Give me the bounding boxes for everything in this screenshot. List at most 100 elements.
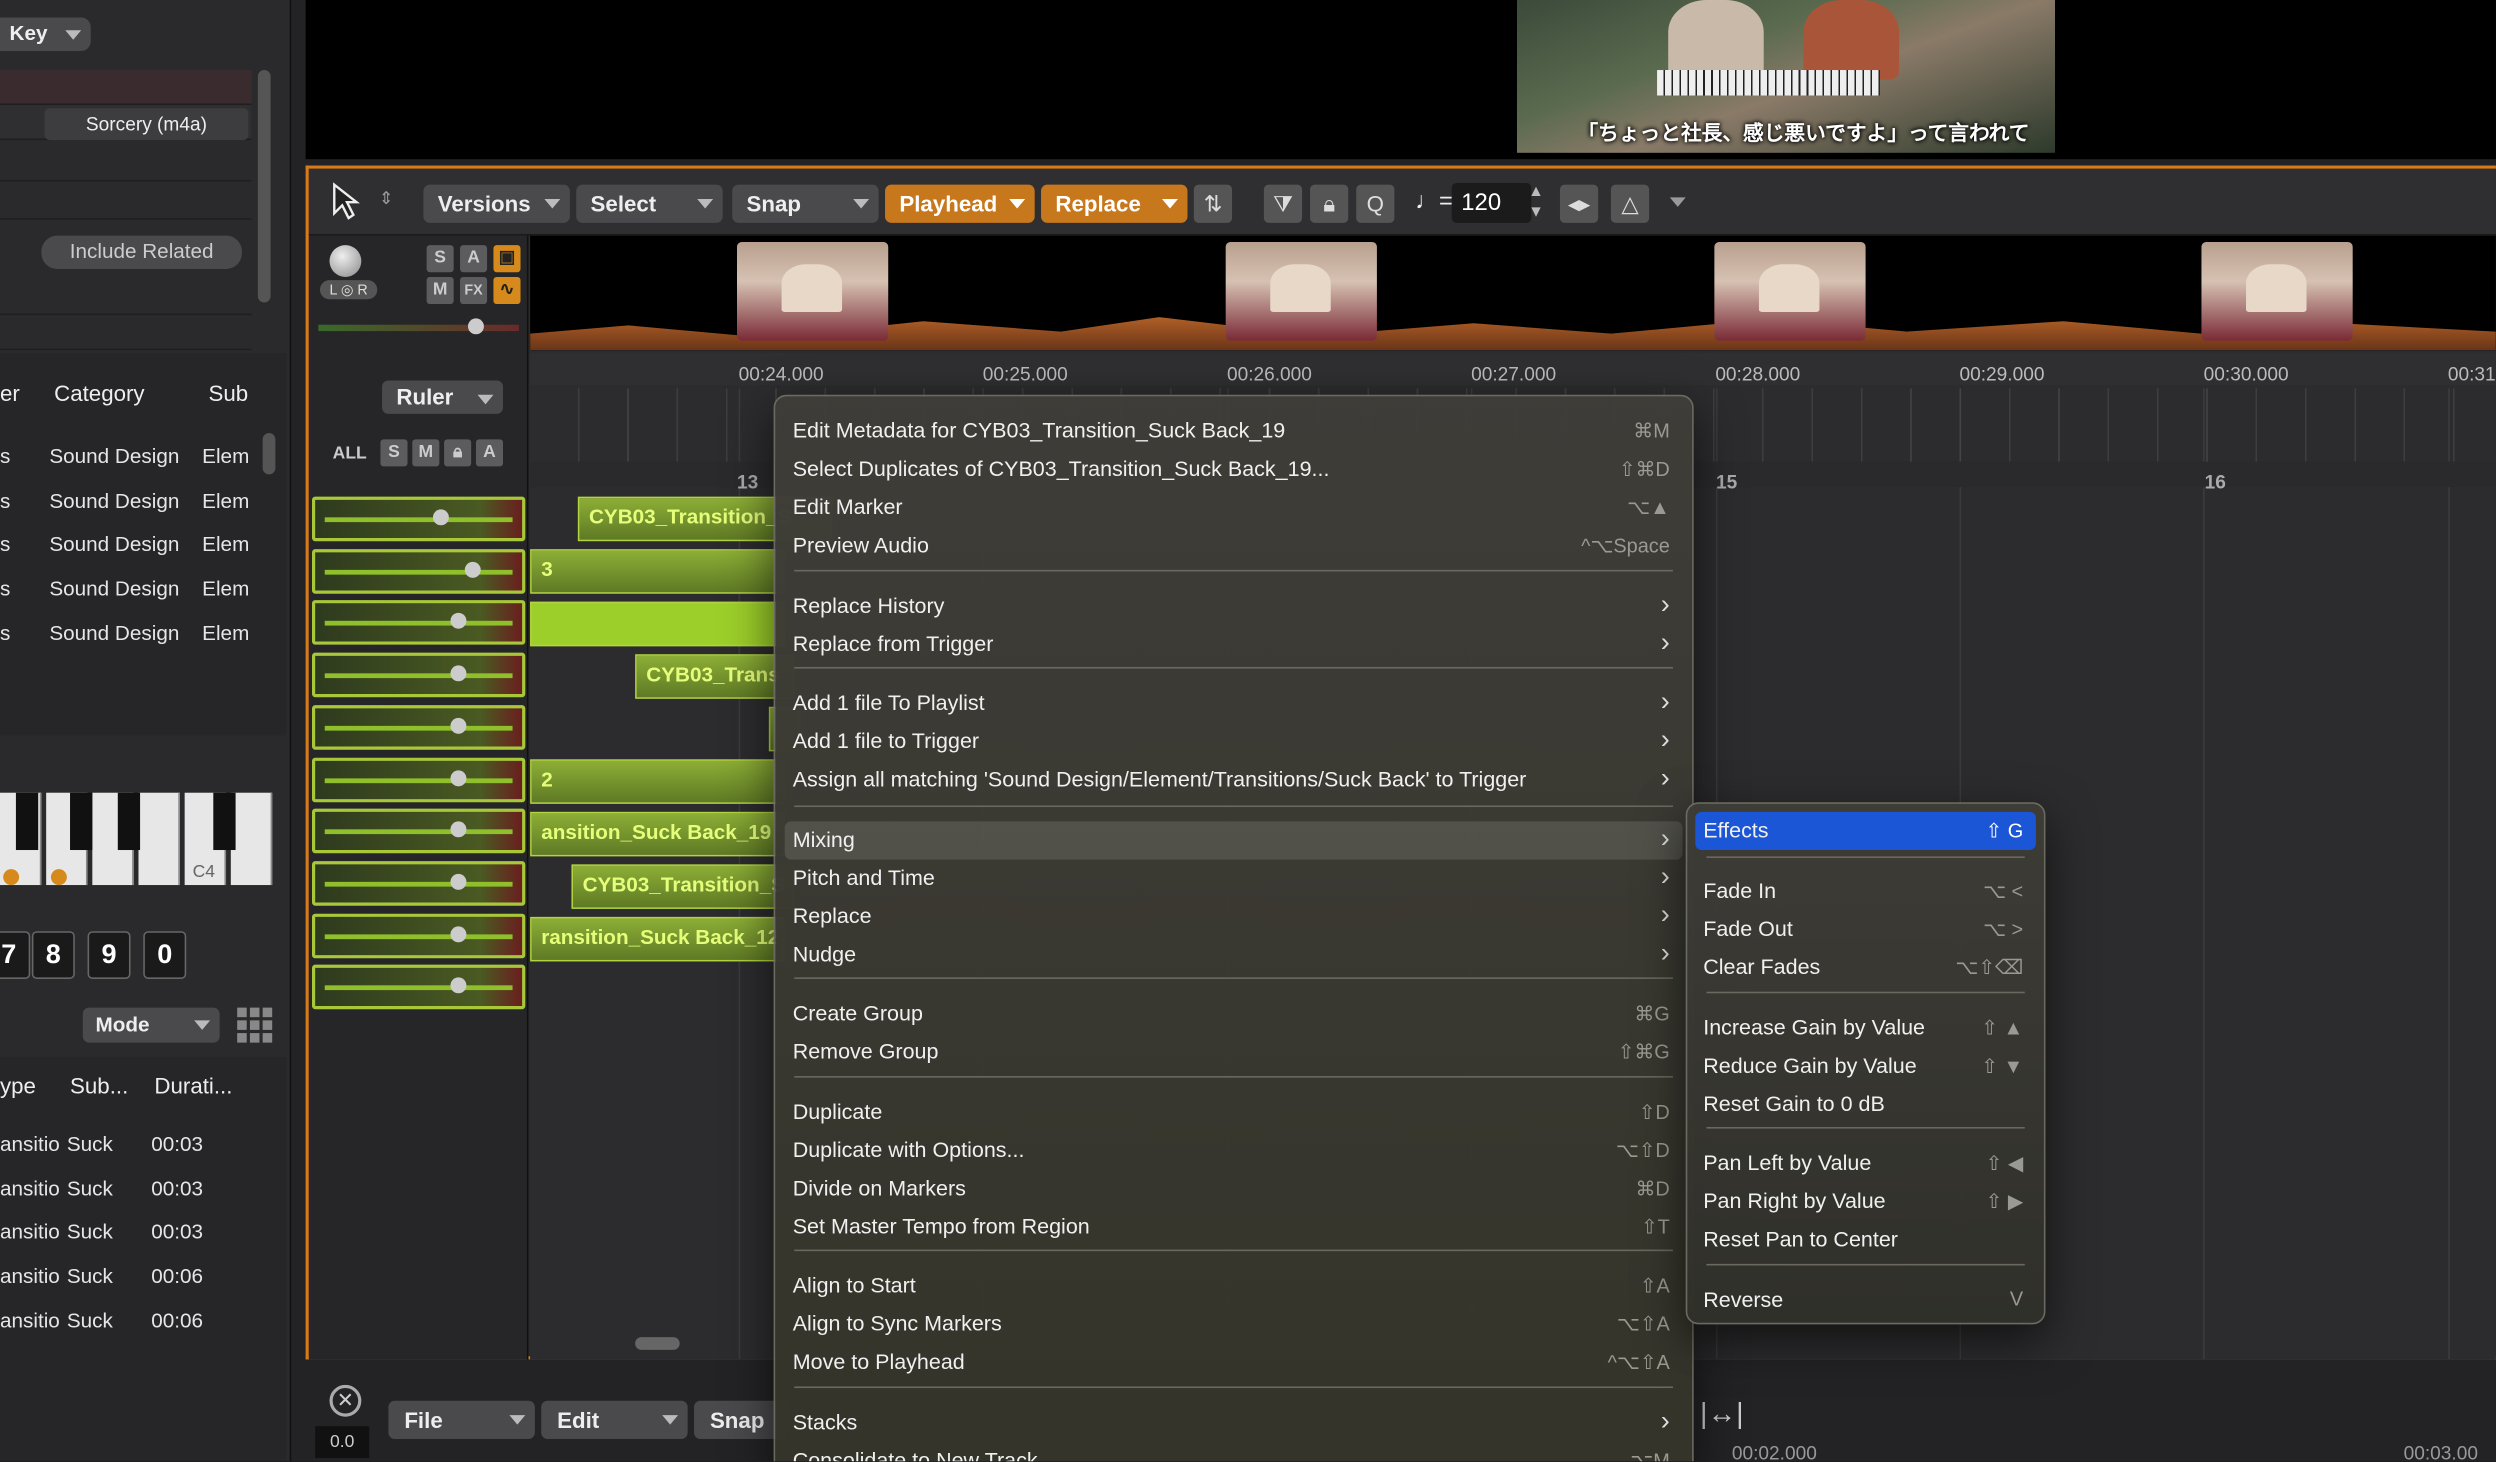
table-cell[interactable]: ansitio bbox=[0, 1264, 60, 1288]
mode-dropdown[interactable]: Mode bbox=[82, 1007, 220, 1043]
piano-key[interactable] bbox=[117, 792, 141, 851]
replace-dropdown[interactable]: Replace bbox=[1041, 184, 1188, 223]
audio-region[interactable]: 2 bbox=[530, 759, 785, 804]
audio-region[interactable]: ansition_Suck Back_19 bbox=[530, 811, 785, 857]
table-cell[interactable]: s bbox=[0, 532, 10, 556]
menu-item[interactable]: Replace History › bbox=[785, 587, 1683, 625]
menu-item[interactable]: Add 1 file to Trigger › bbox=[785, 723, 1683, 761]
submenu-item[interactable]: Pan Right by Value ⇧ ▶ bbox=[1695, 1183, 2036, 1221]
quantize-icon[interactable]: Q bbox=[1356, 184, 1395, 223]
table-cell[interactable]: Sound Design bbox=[49, 444, 179, 468]
table-cell[interactable]: Suck bbox=[67, 1308, 113, 1332]
menu-item[interactable]: Align to Sync Markers ⌥⇧A bbox=[785, 1305, 1683, 1343]
piano-key[interactable] bbox=[138, 792, 180, 886]
column-header-sub[interactable]: Sub bbox=[209, 380, 249, 405]
track-fader[interactable] bbox=[311, 548, 526, 594]
submenu-item[interactable]: Reset Pan to Center bbox=[1695, 1221, 2036, 1259]
menu-item[interactable]: Align to Start ⇧A bbox=[785, 1267, 1683, 1305]
file-dropdown[interactable]: File bbox=[388, 1400, 535, 1439]
menu-item[interactable]: Move to Playhead ^⌥⇧A bbox=[785, 1343, 1683, 1381]
menu-item[interactable]: Divide on Markers ⌘D bbox=[785, 1170, 1683, 1208]
track-fader[interactable] bbox=[311, 756, 526, 802]
submenu-item[interactable]: Effects ⇧ G bbox=[1695, 811, 2036, 851]
fader-thumb[interactable] bbox=[450, 665, 467, 682]
fader-thumb[interactable] bbox=[464, 561, 481, 578]
mute-button[interactable]: M bbox=[426, 276, 454, 305]
submenu-item[interactable]: Increase Gain by Value ⇧ ▲ bbox=[1695, 1009, 2036, 1047]
audio-region[interactable]: 3 bbox=[530, 549, 785, 594]
submenu-item[interactable]: Reset Gain to 0 dB bbox=[1695, 1086, 2036, 1124]
snap-dropdown[interactable]: Snap bbox=[732, 184, 879, 223]
list-row[interactable] bbox=[0, 185, 252, 220]
grid-icon[interactable] bbox=[236, 1006, 274, 1044]
horizontal-scrollbar[interactable] bbox=[635, 1337, 680, 1350]
menu-item[interactable]: Preview Audio ^⌥Space bbox=[785, 527, 1683, 565]
tool-stepper-icon[interactable]: ⇕ bbox=[379, 188, 394, 208]
all-lock-icon[interactable]: 🔒︎ bbox=[444, 439, 472, 467]
table-cell[interactable]: ansitio bbox=[0, 1132, 60, 1156]
track-fader[interactable] bbox=[311, 600, 526, 646]
chevron-down-icon[interactable] bbox=[1669, 197, 1686, 207]
menu-item[interactable]: Create Group ⌘G bbox=[785, 995, 1683, 1033]
num-key-8[interactable]: 8 bbox=[31, 931, 75, 979]
table-cell[interactable]: Suck bbox=[67, 1132, 113, 1156]
column-header-sub[interactable]: Sub... bbox=[70, 1073, 128, 1098]
table-cell[interactable]: 00:03 bbox=[151, 1132, 203, 1156]
piano-key[interactable] bbox=[70, 792, 93, 851]
menu-item[interactable]: Stacks › bbox=[785, 1404, 1683, 1442]
column-header-type[interactable]: ype bbox=[0, 1073, 36, 1098]
audio-region[interactable]: ransition_Suck Back_12 bbox=[530, 916, 785, 962]
table-cell[interactable]: Elem bbox=[202, 444, 249, 468]
menu-item[interactable]: Set Master Tempo from Region ⇧T bbox=[785, 1208, 1683, 1246]
ruler-dropdown[interactable]: Ruler bbox=[382, 380, 504, 414]
audio-region[interactable] bbox=[530, 601, 785, 647]
table-cell[interactable]: s bbox=[0, 620, 10, 644]
list-row[interactable] bbox=[0, 315, 252, 351]
table-cell[interactable]: 00:03 bbox=[151, 1176, 203, 1200]
list-row[interactable] bbox=[0, 146, 252, 182]
track-fader[interactable] bbox=[311, 808, 526, 854]
submenu-item[interactable]: Clear Fades ⌥⇧⌫ bbox=[1695, 949, 2036, 987]
fx-button[interactable]: FX bbox=[460, 276, 488, 305]
menu-item[interactable]: Replace from Trigger › bbox=[785, 626, 1683, 664]
solo-button[interactable]: S bbox=[426, 245, 454, 273]
fit-width-icon[interactable]: |↔| bbox=[1700, 1398, 1744, 1431]
table-cell[interactable]: Sound Design bbox=[49, 576, 179, 600]
menu-item[interactable]: Pitch and Time › bbox=[785, 860, 1683, 898]
menu-item[interactable]: Add 1 file To Playlist › bbox=[785, 684, 1683, 722]
num-key-9[interactable]: 9 bbox=[87, 931, 131, 979]
video-track[interactable] bbox=[530, 235, 2496, 351]
volume-fader-thumb[interactable] bbox=[467, 318, 484, 335]
waveform-icon[interactable]: ∿ bbox=[493, 276, 521, 305]
all-mute-button[interactable]: M bbox=[412, 439, 440, 467]
track-fader[interactable] bbox=[311, 704, 526, 750]
table-cell[interactable]: ansitio bbox=[0, 1176, 60, 1200]
menu-item[interactable]: Replace › bbox=[785, 898, 1683, 936]
table-cell[interactable]: Sound Design bbox=[49, 532, 179, 556]
num-key-0[interactable]: 0 bbox=[143, 931, 187, 979]
filter-icon[interactable]: ⧩ bbox=[1263, 184, 1303, 223]
fader-thumb[interactable] bbox=[450, 769, 467, 786]
table-cell[interactable]: Sound Design bbox=[49, 488, 179, 512]
menu-item[interactable]: Edit Metadata for CYB03_Transition_Suck … bbox=[785, 412, 1683, 450]
scrollbar[interactable] bbox=[257, 70, 271, 303]
table-cell[interactable]: Suck bbox=[67, 1176, 113, 1200]
fader-thumb[interactable] bbox=[450, 977, 467, 994]
table-cell[interactable]: ansitio bbox=[0, 1308, 60, 1332]
image-icon[interactable]: ▣ bbox=[493, 245, 521, 273]
table-cell[interactable]: Elem bbox=[202, 488, 249, 512]
submenu-item[interactable]: Reduce Gain by Value ⇧ ▼ bbox=[1695, 1047, 2036, 1085]
versions-dropdown[interactable]: Versions bbox=[423, 184, 570, 223]
track-fader[interactable] bbox=[311, 496, 526, 542]
select-dropdown[interactable]: Select bbox=[576, 184, 723, 223]
submenu-item[interactable]: Fade Out ⌥ > bbox=[1695, 911, 2036, 949]
close-icon[interactable]: ✕ bbox=[329, 1384, 362, 1417]
menu-item[interactable]: Select Duplicates of CYB03_Transition_Su… bbox=[785, 450, 1683, 488]
fader-thumb[interactable] bbox=[450, 873, 467, 890]
track-fader[interactable] bbox=[311, 860, 526, 906]
submenu-item[interactable]: Reverse V bbox=[1695, 1281, 2036, 1319]
submenu-item[interactable]: Pan Left by Value ⇧ ◀ bbox=[1695, 1145, 2036, 1183]
table-cell[interactable]: Elem bbox=[202, 532, 249, 556]
column-header-category[interactable]: Category bbox=[54, 380, 144, 405]
table-cell[interactable]: s bbox=[0, 488, 10, 512]
